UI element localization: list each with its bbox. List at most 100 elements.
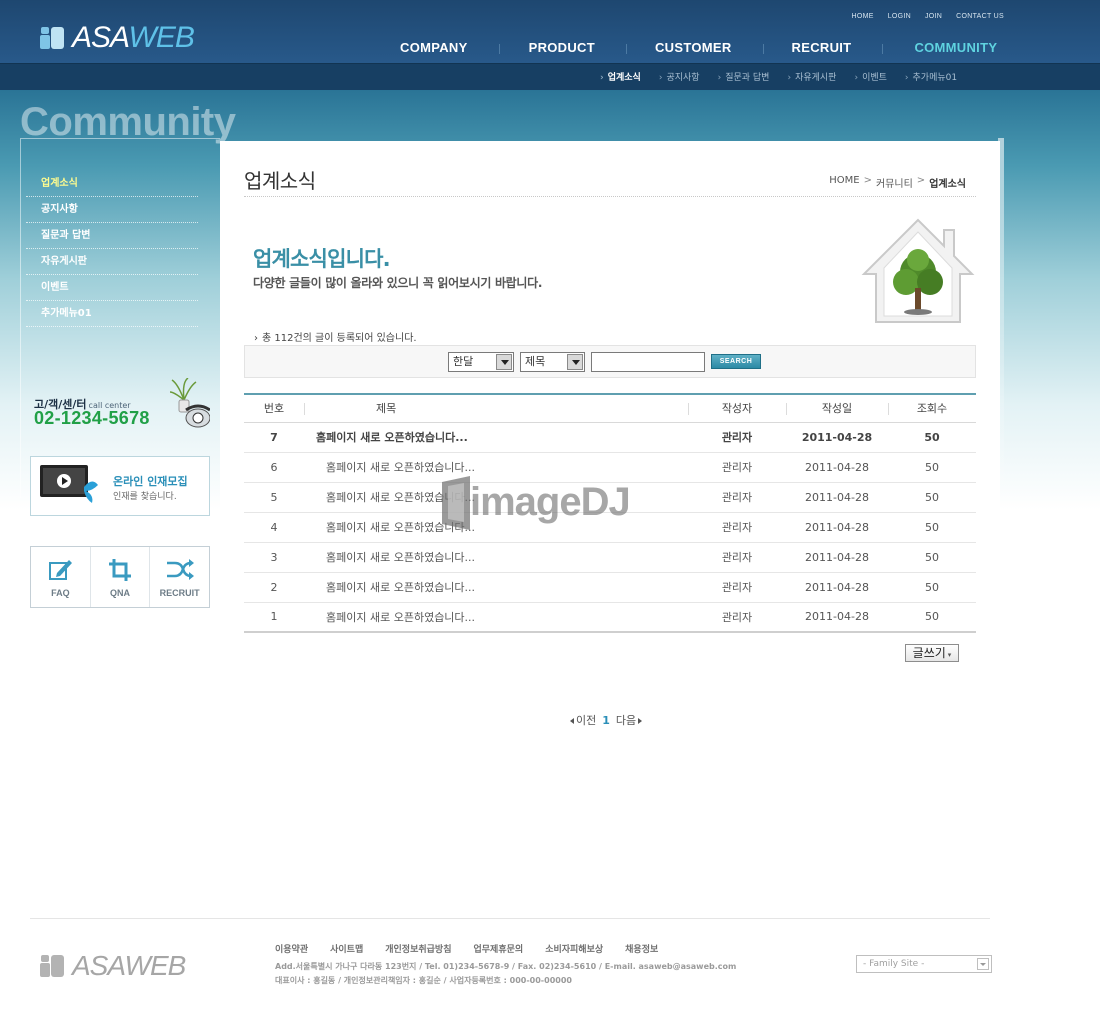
panel-edge [998,138,1004,538]
pagination: 이전 1 다음 [570,712,643,728]
footer-address: Add.서울특별시 가나구 다라동 123번지 / Tel. 01)234-56… [275,962,737,971]
footer-link-privacy[interactable]: 개인정보취급방침 [385,942,451,955]
subnav-event[interactable]: 이벤트 [854,70,887,83]
house-tree-icon [861,218,975,323]
row-title-link[interactable]: 홈페이지 새로 오픈하였습니다... [326,551,475,564]
table-row: 2 홈페이지 새로 오픈하였습니다... 관리자 2011-04-28 50 [244,572,976,603]
row-author: 관리자 [688,512,786,543]
nav-company[interactable]: COMPANY [400,40,468,58]
row-date: 2011-04-28 [786,482,888,513]
row-date: 2011-04-28 [786,512,888,543]
quick-recruit-label: RECRUIT [159,588,200,598]
footer-link-jobs[interactable]: 채용정보 [625,942,658,955]
breadcrumb-separator: > [863,175,872,186]
row-title-link[interactable]: 홈페이지 새로 오픈하였습니다... [326,581,475,594]
online-recruit-banner[interactable]: 온라인 인재모집 인재를 찾습니다. [30,456,210,516]
row-title-link[interactable]: 홈페이지 새로 오픈하였습니다... [316,431,468,444]
side-item-extra-menu[interactable]: 추가메뉴01 [26,301,198,327]
current-page[interactable]: 1 [602,714,610,727]
intro-title: 업계소식입니다. [253,247,391,271]
table-row: 6 홈페이지 새로 오픈하였습니다... 관리자 2011-04-28 50 [244,452,976,483]
search-button[interactable]: SEARCH [711,354,761,369]
row-views: 50 [888,572,976,603]
nav-divider [498,44,500,54]
footer-link-consumer[interactable]: 소비자피해보상 [545,942,603,955]
row-no: 6 [244,452,304,483]
row-title-link[interactable]: 홈페이지 새로 오픈하였습니다... [326,521,475,534]
col-header-views: 조회수 [888,393,976,423]
subnav-free-board[interactable]: 자유게시판 [787,70,836,83]
quick-qna-button[interactable]: QNA [91,547,151,607]
row-title-link[interactable]: 홈페이지 새로 오픈하였습니다... [326,611,475,624]
col-header-title-label: 제목 [376,402,397,416]
footer-link-terms[interactable]: 이용약관 [275,942,308,955]
main-nav: COMPANY PRODUCT CUSTOMER RECRUIT COMMUNI… [372,40,1032,58]
nav-divider [882,44,884,54]
recruit-banner-sub: 인재를 찾습니다. [113,492,177,502]
footer-logo[interactable]: ASAWEB [40,950,186,982]
footer-link-partnership[interactable]: 업무제휴문의 [474,942,524,955]
subnav-extra-menu[interactable]: 추가메뉴01 [905,70,958,83]
board-table: 번호 제목 작성자 작성일 조회수 7 홈페이지 새로 오픈하였습니다... 관… [244,393,976,633]
nav-product[interactable]: PRODUCT [529,40,595,58]
nav-recruit[interactable]: RECRUIT [792,40,852,58]
breadcrumb-community[interactable]: 커뮤니티 [876,175,913,190]
col-header-title: 제목 [304,393,688,423]
row-no: 7 [244,422,304,453]
util-join-link[interactable]: JOIN [925,13,942,20]
row-date: 2011-04-28 [786,422,888,453]
sub-nav: 업계소식 공지사항 질문과 답변 자유게시판 이벤트 추가메뉴01 [600,70,957,83]
board-header-row: 번호 제목 작성자 작성일 조회수 [244,393,976,423]
col-header-author: 작성자 [688,393,786,423]
search-input[interactable] [591,352,705,372]
util-login-link[interactable]: LOGIN [888,13,911,20]
side-item-free-board[interactable]: 자유게시판 [26,249,198,275]
period-select[interactable]: 한달 [448,352,514,372]
total-posts-count: 총 112건의 글이 등록되어 있습니다. [254,329,417,344]
nav-divider [625,44,627,54]
subnav-industry-news[interactable]: 업계소식 [600,70,641,83]
row-author: 관리자 [688,422,786,453]
table-row: 7 홈페이지 새로 오픈하였습니다... 관리자 2011-04-28 50 [244,422,976,453]
faq-pencil-icon [49,560,73,580]
subnav-notice[interactable]: 공지사항 [659,70,699,83]
footer-logo-text: ASAWEB [72,950,186,981]
nav-community[interactable]: COMMUNITY [914,40,997,58]
footer-link-sitemap[interactable]: 사이트맵 [330,942,363,955]
quick-recruit-button[interactable]: RECRUIT [150,547,209,607]
recruit-banner-title: 온라인 인재모집 [113,475,188,488]
subnav-qna[interactable]: 질문과 답변 [718,70,769,83]
nav-customer[interactable]: CUSTOMER [655,40,732,58]
page-title: 업계소식 [244,169,316,193]
row-no: 1 [244,602,304,633]
write-post-button[interactable]: 글쓰기 [905,644,959,662]
breadcrumb-current: 업계소식 [929,179,966,190]
search-bar: 한달 제목 SEARCH [244,345,976,378]
next-page-link[interactable]: 다음 [616,712,643,728]
monitor-butterfly-icon [40,465,98,503]
quick-qna-label: QNA [110,588,130,598]
quick-links: FAQ QNA RECRUIT [30,546,210,608]
col-header-date: 작성일 [786,393,888,423]
row-views: 50 [888,512,976,543]
site-logo[interactable]: ASAWEB [40,21,195,54]
row-no: 3 [244,542,304,573]
field-select-value: 제목 [525,355,546,368]
quick-faq-button[interactable]: FAQ [31,547,91,607]
family-site-select[interactable]: - Family Site - [856,955,992,973]
row-no: 5 [244,482,304,513]
side-item-notice[interactable]: 공지사항 [26,197,198,223]
util-contact-link[interactable]: CONTACT US [956,13,1004,20]
breadcrumb-home[interactable]: HOME [829,175,859,190]
side-item-industry-news[interactable]: 업계소식 [26,171,198,197]
row-title-link[interactable]: 홈페이지 새로 오픈하였습니다... [326,461,475,474]
table-row: 4 홈페이지 새로 오픈하였습니다... 관리자 2011-04-28 50 [244,512,976,543]
row-title-link[interactable]: 홈페이지 새로 오픈하였습니다... [326,491,475,504]
side-item-event[interactable]: 이벤트 [26,275,198,301]
prev-page-link[interactable]: 이전 [570,712,596,728]
side-item-qna[interactable]: 질문과 답변 [26,223,198,249]
row-date: 2011-04-28 [786,602,888,633]
family-site-value: - Family Site - [863,959,925,969]
field-select[interactable]: 제목 [520,352,585,372]
util-home-link[interactable]: HOME [851,13,873,20]
